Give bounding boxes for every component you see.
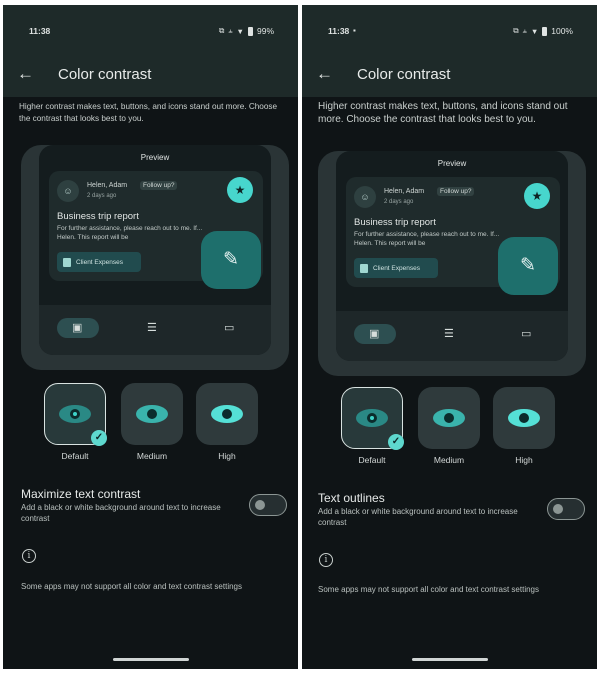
preview-frame: Preview ☺ Helen, Adam Follow up? 2 days …	[21, 145, 289, 370]
document-icon	[63, 257, 71, 267]
home-indicator[interactable]	[411, 658, 488, 661]
text-outlines-toggle[interactable]	[547, 498, 585, 520]
contrast-label-medium: Medium	[136, 451, 168, 461]
footnote: Some apps may not support all color and …	[21, 582, 243, 591]
check-icon: ✓	[91, 430, 107, 446]
preview-nav-bar: ▣ ☰ ▭	[39, 305, 271, 355]
attachment-chip: Client Expenses	[57, 252, 141, 272]
attachment-chip: Client Expenses	[354, 258, 438, 278]
eye-highlight	[370, 416, 374, 420]
maximize-text-contrast-toggle[interactable]	[249, 494, 287, 516]
setting-description: Add a black or white background around t…	[318, 507, 518, 527]
battery-level: 100%	[551, 26, 573, 36]
email-snippet-line-2: Helen. This report will be	[57, 234, 129, 241]
eye-pupil	[147, 409, 157, 419]
battery-icon	[542, 26, 548, 36]
inbox-icon: ▣	[369, 328, 380, 340]
info-icon: i	[319, 553, 333, 567]
preview-label: Preview	[437, 159, 467, 168]
contrast-label-high: High	[515, 455, 533, 465]
group-avatar-icon: ☺	[354, 186, 376, 208]
email-sender: Helen, Adam	[384, 188, 425, 195]
email-snippet-line-1: For further assistance, please reach out…	[57, 225, 203, 232]
phone-screen-left: 11:38 ⧉ ⫨ ▼ 99% ← Color contrast Higher …	[3, 5, 298, 669]
arrow-left-icon[interactable]: ←	[17, 65, 34, 82]
page-description: Higher contrast makes text, buttons, and…	[19, 102, 278, 123]
email-subject: Business trip report	[57, 211, 139, 222]
page-description: Higher contrast makes text, buttons, and…	[318, 101, 568, 125]
chat-icon: ▭	[224, 322, 235, 334]
contrast-label-default: Default	[358, 455, 386, 465]
toggle-knob	[553, 504, 563, 514]
eye-pupil	[519, 413, 529, 423]
status-time: 11:38	[29, 26, 51, 36]
contrast-option-high[interactable]	[493, 387, 555, 449]
follow-up-chip: Follow up?	[140, 181, 178, 190]
footnote: Some apps may not support all color and …	[318, 585, 540, 594]
status-bar: 11:38 ⧉ ⫨ ▼ 99%	[3, 25, 298, 39]
preview-screen: Preview ☺ Helen, Adam Follow up? 2 days …	[39, 145, 271, 355]
eye-pupil	[222, 409, 232, 419]
eye-highlight	[73, 412, 77, 416]
email-date: 2 days ago	[384, 199, 414, 205]
preview-label: Preview	[140, 153, 170, 162]
nfc-icon: ⧉	[218, 26, 225, 35]
preview-frame: Preview ☺ Helen, Adam Follow up? 2 days …	[318, 151, 586, 376]
app-bar	[302, 5, 597, 97]
contrast-option-high[interactable]	[196, 383, 258, 445]
arrow-left-icon[interactable]: ←	[316, 65, 333, 82]
nfc-icon: ⧉	[513, 26, 519, 35]
home-indicator[interactable]	[112, 658, 189, 661]
eye-pupil	[444, 413, 454, 423]
inbox-icon: ▣	[72, 322, 83, 334]
pencil-icon: ✎	[498, 237, 558, 295]
check-icon: ✓	[388, 434, 404, 450]
phone-screen-right: 11:38 ▪ ⧉ ⫨ ▼ 100% ← Color contrast High…	[302, 5, 597, 669]
email-snippet-line-1: For further assistance, please reach out…	[354, 231, 500, 238]
chat-icon: ▭	[521, 328, 532, 340]
info-icon: i	[22, 549, 36, 563]
contrast-option-medium[interactable]	[418, 387, 480, 449]
group-avatar-icon: ☺	[57, 180, 79, 202]
status-icons: ⧉ ⫨ ▼ 99%	[219, 26, 274, 36]
email-subject: Business trip report	[354, 217, 436, 228]
battery-level: 99%	[256, 26, 274, 36]
attachment-label: Client Expenses	[76, 258, 123, 266]
page-title: Color contrast	[58, 66, 152, 83]
vibrate-icon: ⫨	[228, 26, 233, 35]
wifi-icon: ▼	[530, 26, 539, 36]
email-date: 2 days ago	[87, 193, 117, 199]
preview-screen: Preview ☺ Helen, Adam Follow up? 2 days …	[336, 151, 568, 361]
contrast-option-medium[interactable]	[121, 383, 183, 445]
contrast-option-default[interactable]: ✓	[44, 383, 107, 446]
status-time: 11:38	[328, 26, 350, 36]
app-bar	[3, 5, 298, 97]
attachment-label: Client Expenses	[373, 264, 420, 272]
wifi-icon: ▼	[236, 26, 244, 36]
setting-title[interactable]: Text outlines	[318, 491, 385, 505]
notification-icon: ▪	[353, 26, 356, 35]
setting-description: Add a black or white background around t…	[21, 503, 221, 523]
status-bar: 11:38 ▪ ⧉ ⫨ ▼ 100%	[302, 25, 597, 39]
contrast-label-medium: Medium	[433, 455, 465, 465]
battery-icon	[247, 26, 253, 36]
toggle-knob	[255, 500, 265, 510]
document-icon	[360, 263, 368, 273]
follow-up-chip: Follow up?	[437, 187, 475, 196]
article-icon: ☰	[147, 322, 157, 334]
contrast-label-high: High	[218, 451, 236, 461]
vibrate-icon: ⫨	[522, 26, 527, 35]
star-icon: ★	[524, 183, 550, 209]
preview-nav-bar: ▣ ☰ ▭	[336, 311, 568, 361]
email-snippet-line-2: Helen. This report will be	[354, 240, 426, 247]
contrast-label-default: Default	[61, 451, 89, 461]
article-icon: ☰	[444, 328, 454, 340]
page-title: Color contrast	[357, 66, 451, 83]
status-icons: ⧉ ⫨ ▼ 100%	[513, 26, 573, 36]
email-sender: Helen, Adam	[87, 182, 128, 189]
contrast-option-default[interactable]: ✓	[341, 387, 404, 450]
setting-title[interactable]: Maximize text contrast	[21, 487, 140, 501]
star-icon: ★	[227, 177, 253, 203]
pencil-icon: ✎	[201, 231, 261, 289]
